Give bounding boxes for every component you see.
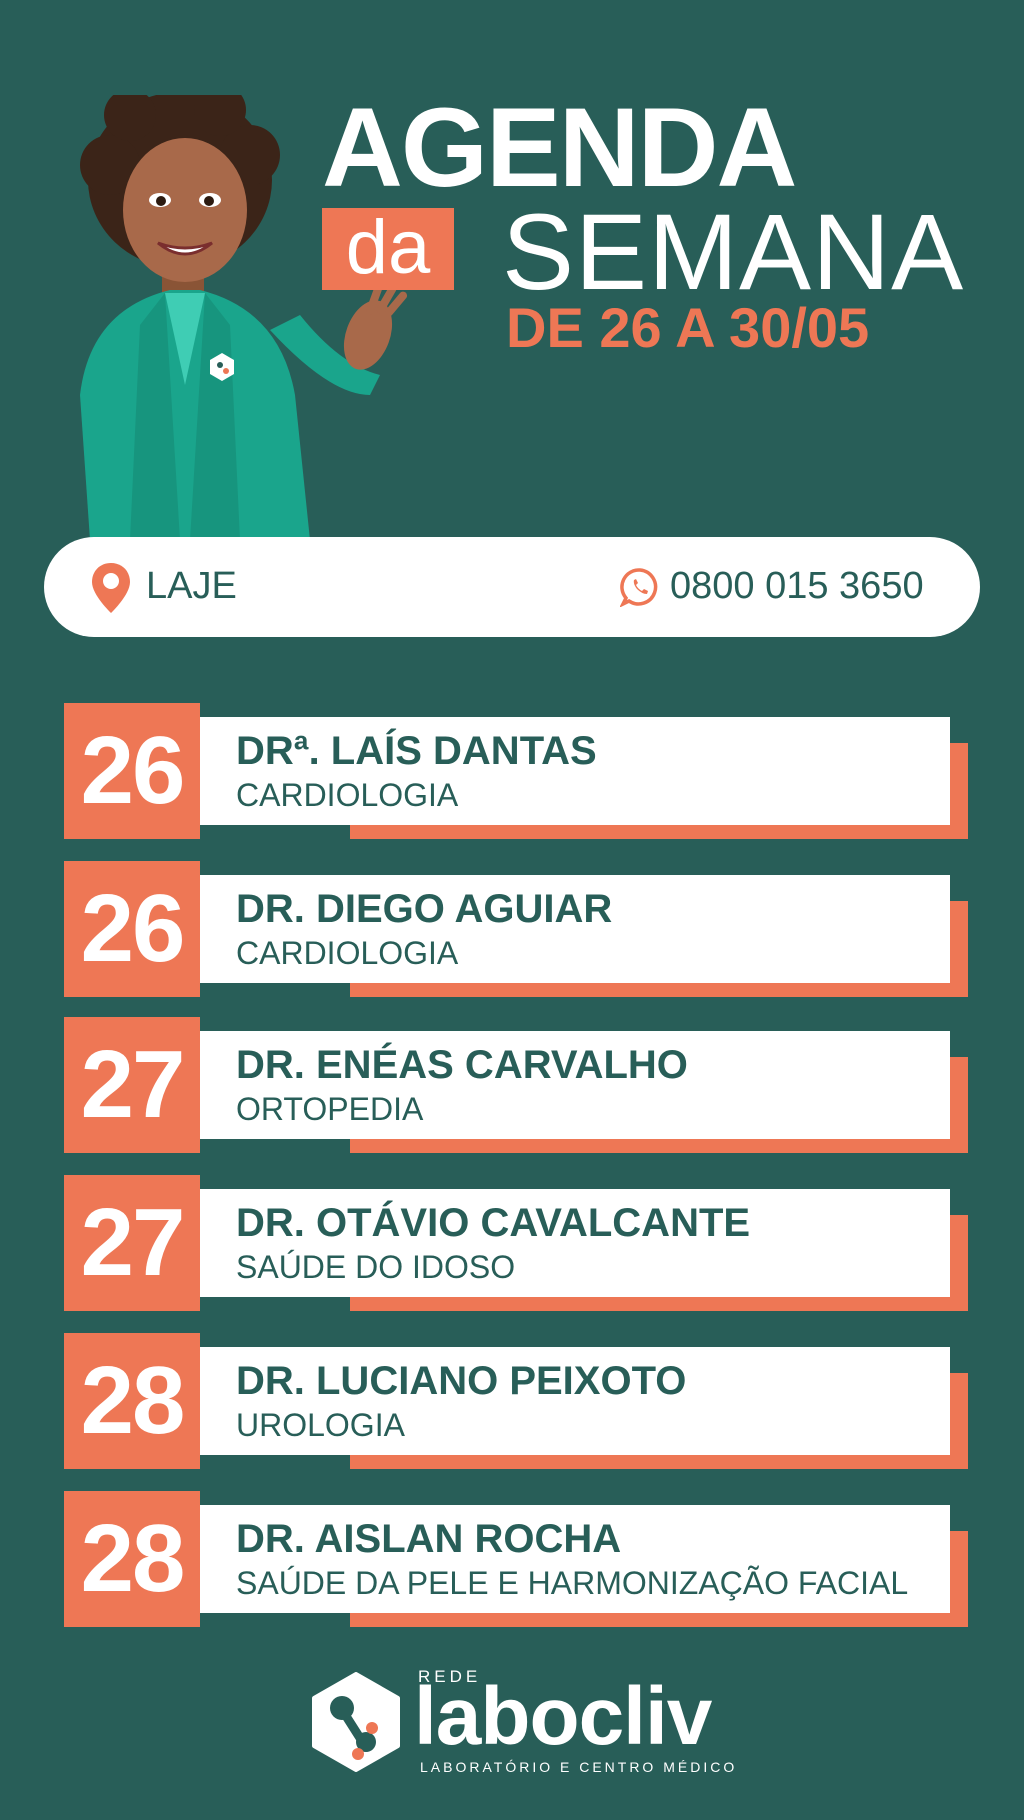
schedule-row: 26 DR. DIEGO AGUIAR CARDIOLOGIA	[0, 861, 1024, 997]
row-specialty: CARDIOLOGIA	[236, 777, 459, 813]
row-day: 28	[64, 1491, 200, 1627]
row-day: 26	[64, 703, 200, 839]
schedule-row: 27 DR. ENÉAS CARVALHO ORTOPEDIA	[0, 1017, 1024, 1153]
title-da-badge: da	[322, 208, 454, 290]
logo-tagline: LABORATÓRIO E CENTRO MÉDICO	[420, 1759, 738, 1775]
whatsapp-icon	[620, 568, 658, 607]
row-doctor-name: DR. DIEGO AGUIAR	[236, 887, 613, 931]
logo-wordmark: labocliv	[414, 1671, 712, 1762]
title-agenda: AGENDA	[322, 85, 797, 210]
row-specialty: UROLOGIA	[236, 1407, 405, 1443]
row-specialty: ORTOPEDIA	[236, 1091, 424, 1127]
row-day: 26	[64, 861, 200, 997]
phone-number[interactable]: 0800 015 3650	[670, 565, 924, 608]
location-text: LAJE	[146, 565, 237, 607]
labocliv-logo-icon	[312, 1672, 400, 1772]
schedule-row: 28 DR. AISLAN ROCHA SAÚDE DA PELE E HARM…	[0, 1491, 1024, 1627]
row-doctor-name: DR. ENÉAS CARVALHO	[236, 1043, 688, 1087]
row-specialty: SAÚDE DA PELE E HARMONIZAÇÃO FACIAL	[236, 1565, 909, 1601]
schedule-row: 28 DR. LUCIANO PEIXOTO UROLOGIA	[0, 1333, 1024, 1469]
row-day: 27	[64, 1175, 200, 1311]
row-doctor-name: DR. AISLAN ROCHA	[236, 1517, 622, 1561]
row-day: 28	[64, 1333, 200, 1469]
row-day: 27	[64, 1017, 200, 1153]
title-semana: SEMANA	[502, 191, 965, 312]
row-doctor-name: DRª. LAÍS DANTAS	[236, 729, 597, 773]
map-pin-icon	[92, 563, 130, 613]
row-specialty: SAÚDE DO IDOSO	[236, 1249, 516, 1285]
row-doctor-name: DR. OTÁVIO CAVALCANTE	[236, 1201, 751, 1245]
row-specialty: CARDIOLOGIA	[236, 935, 459, 971]
schedule-row: 27 DR. OTÁVIO CAVALCANTE SAÚDE DO IDOSO	[0, 1175, 1024, 1311]
poster: AGENDA da SEMANA DE 26 A 30/05 LAJE 0800…	[0, 0, 1024, 1820]
schedule-row: 26 DRª. LAÍS DANTAS CARDIOLOGIA	[0, 703, 1024, 839]
row-doctor-name: DR. LUCIANO PEIXOTO	[236, 1359, 687, 1403]
date-range: DE 26 A 30/05	[506, 296, 870, 359]
